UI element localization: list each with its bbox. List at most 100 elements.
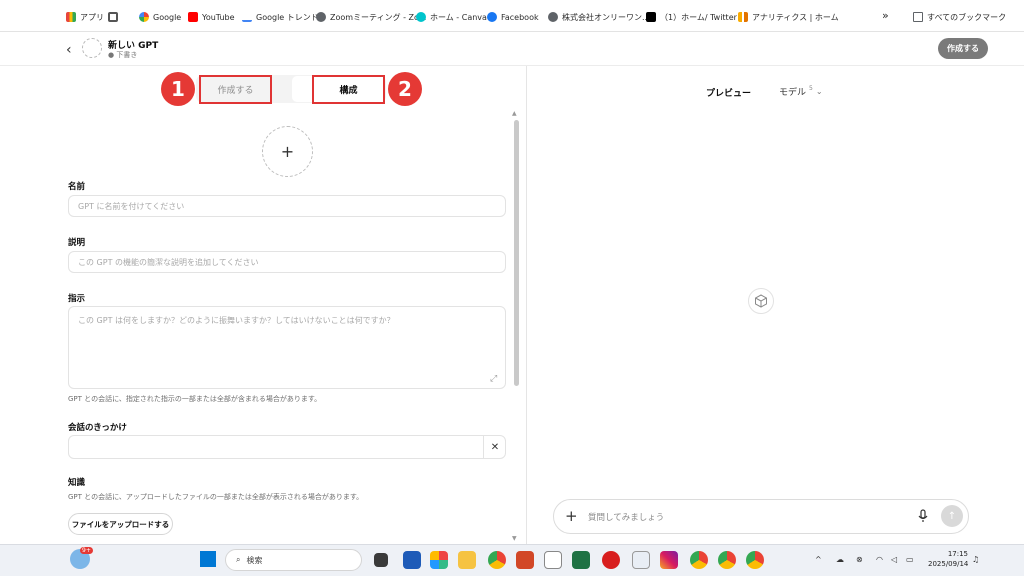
description-input[interactable]: この GPT の機能の簡潔な説明を追加してください	[68, 251, 506, 273]
bookmark-grid[interactable]	[108, 10, 118, 24]
bookmark-facebook[interactable]: Facebook	[487, 10, 539, 24]
chrome-profile-icon[interactable]	[746, 551, 764, 569]
copilot-icon[interactable]	[430, 551, 448, 569]
mail-icon[interactable]	[544, 551, 562, 569]
tab-highlight	[292, 76, 312, 102]
instructions-textarea[interactable]: この GPT は何をしますか？どのように振舞いますか？してはいけないことは何です…	[68, 306, 506, 389]
battery-icon[interactable]: ▭	[906, 555, 914, 564]
bookmark-zoom[interactable]: Zoomミーティング - Zo...	[316, 10, 426, 24]
clock-time: 17:15	[947, 550, 968, 558]
tab-create[interactable]: 作成する	[199, 75, 272, 104]
app-red-icon[interactable]	[602, 551, 620, 569]
bookmarks-overflow-button[interactable]: »	[882, 8, 889, 22]
knowledge-label: 知識	[68, 478, 86, 488]
snipping-tool-icon[interactable]	[632, 551, 650, 569]
bookmark-label: ホーム - Canva	[430, 12, 487, 22]
chevron-double-right-icon: »	[882, 8, 889, 22]
bookmark-label: Zoomミーティング - Zo...	[330, 12, 427, 22]
chat-placeholder: 質問してみましょう	[588, 513, 665, 523]
name-input[interactable]: GPT に名前を付けてください	[68, 195, 506, 217]
bookmark-label: YouTube	[202, 12, 235, 22]
instructions-placeholder: この GPT は何をしますか？どのように振舞いますか？してはいけないことは何です…	[78, 316, 395, 325]
trends-icon	[242, 12, 252, 22]
model-label: モデル	[779, 88, 807, 98]
send-button[interactable]: ↑	[941, 505, 963, 527]
bookmark-company[interactable]: 株式会社オンリーワン...	[548, 10, 650, 24]
cloud-icon[interactable]: ☁	[836, 555, 844, 564]
instructions-hint: GPT との会話に、指定された指示の一部または全部が含まれる場合があります。	[68, 395, 322, 403]
bookmark-label: Facebook	[501, 12, 539, 22]
bookmark-twitter[interactable]: （1）ホーム/ Twitter	[646, 10, 737, 24]
globe-icon	[548, 12, 558, 22]
scroll-down-arrow-icon[interactable]: ▼	[512, 535, 517, 542]
word-icon[interactable]	[403, 551, 421, 569]
description-placeholder: この GPT の機能の簡潔な説明を追加してください	[78, 257, 259, 267]
close-icon: ✕	[490, 441, 500, 453]
clock-date: 2025/09/14	[928, 560, 969, 568]
windows-taskbar	[0, 544, 1024, 576]
facebook-icon	[487, 12, 497, 22]
bookmark-all-bookmarks[interactable]: すべてのブックマーク	[913, 10, 1006, 24]
microphone-icon[interactable]	[918, 509, 928, 526]
bookmark-label: 株式会社オンリーワン...	[562, 12, 650, 22]
grid-icon	[108, 12, 118, 22]
task-view-icon[interactable]	[374, 553, 388, 567]
windows-start-icon[interactable]	[200, 551, 216, 567]
youtube-icon	[188, 12, 198, 22]
bookmark-apps[interactable]: アプリ	[66, 10, 104, 24]
panel-divider	[526, 66, 527, 544]
back-button[interactable]: ‹	[66, 42, 72, 58]
tray-overflow-icon[interactable]: ^	[815, 555, 822, 564]
bookmark-label: Google トレンド	[256, 12, 319, 22]
taskbar-search[interactable]: ⌕ 検索	[225, 549, 362, 571]
arrow-up-icon: ↑	[947, 510, 957, 522]
gpt-placeholder-cube-icon	[748, 288, 774, 314]
knowledge-hint: GPT との会話に、アップロードしたファイルの一部または全部が表示される場合があ…	[68, 493, 364, 501]
status-x-icon[interactable]: ⊗	[856, 555, 863, 564]
file-explorer-icon[interactable]	[458, 551, 476, 569]
gpt-avatar	[82, 38, 102, 58]
globe-icon	[316, 12, 326, 22]
configure-panel	[0, 66, 526, 544]
volume-icon[interactable]: ◁	[891, 555, 897, 564]
taskbar-clock[interactable]: 17:15 2025/09/14	[928, 549, 968, 569]
excel-icon[interactable]	[572, 551, 590, 569]
model-selector[interactable]: モデル 5 ⌄	[779, 85, 823, 98]
draft-status: ● 下書き	[108, 51, 138, 59]
model-version: 5	[809, 85, 813, 92]
taskbar-search-label: 検索	[246, 555, 263, 565]
add-image-button[interactable]: +	[262, 126, 313, 177]
bookmark-youtube[interactable]: YouTube	[188, 10, 235, 24]
bookmark-label: アナリティクス | ホーム	[752, 12, 839, 22]
plus-icon: +	[280, 142, 295, 161]
conversation-starter-input[interactable]	[68, 435, 506, 459]
upload-files-button[interactable]: ファイルをアップロードする	[68, 513, 173, 535]
bookmark-canva[interactable]: ホーム - Canva	[416, 10, 487, 24]
bookmark-google-trends[interactable]: Google トレンド	[242, 10, 319, 24]
bookmark-label: Google	[153, 12, 182, 22]
clear-starter-button[interactable]: ✕	[483, 435, 506, 459]
chrome-profile-icon[interactable]	[690, 551, 708, 569]
attach-plus-icon[interactable]: +	[565, 507, 578, 525]
instagram-icon[interactable]	[660, 551, 678, 569]
expand-icon[interactable]: ⤢	[490, 374, 497, 384]
chrome-profile-icon[interactable]	[718, 551, 736, 569]
bookmark-analytics[interactable]: アナリティクス | ホーム	[738, 10, 839, 24]
callout-number-2: 2	[388, 72, 422, 106]
analytics-icon	[738, 12, 748, 22]
bookmark-label: （1）ホーム/ Twitter	[660, 12, 737, 22]
tab-configure[interactable]: 構成	[312, 75, 385, 104]
weather-badge: 9+	[80, 547, 93, 554]
notification-bell-icon[interactable]: ♫	[972, 555, 979, 564]
create-gpt-button[interactable]: 作成する	[938, 38, 988, 59]
bookmark-google[interactable]: Google	[139, 10, 181, 24]
scrollbar-thumb[interactable]	[514, 120, 519, 386]
instructions-label: 指示	[68, 294, 86, 304]
wifi-icon[interactable]: ◠	[876, 555, 883, 564]
bookmark-label: すべてのブックマーク	[927, 12, 1007, 22]
google-icon	[139, 12, 149, 22]
chrome-icon[interactable]	[488, 551, 506, 569]
chevron-down-icon: ⌄	[815, 87, 823, 96]
scroll-up-arrow-icon[interactable]: ▲	[512, 110, 517, 117]
powerpoint-icon[interactable]	[516, 551, 534, 569]
